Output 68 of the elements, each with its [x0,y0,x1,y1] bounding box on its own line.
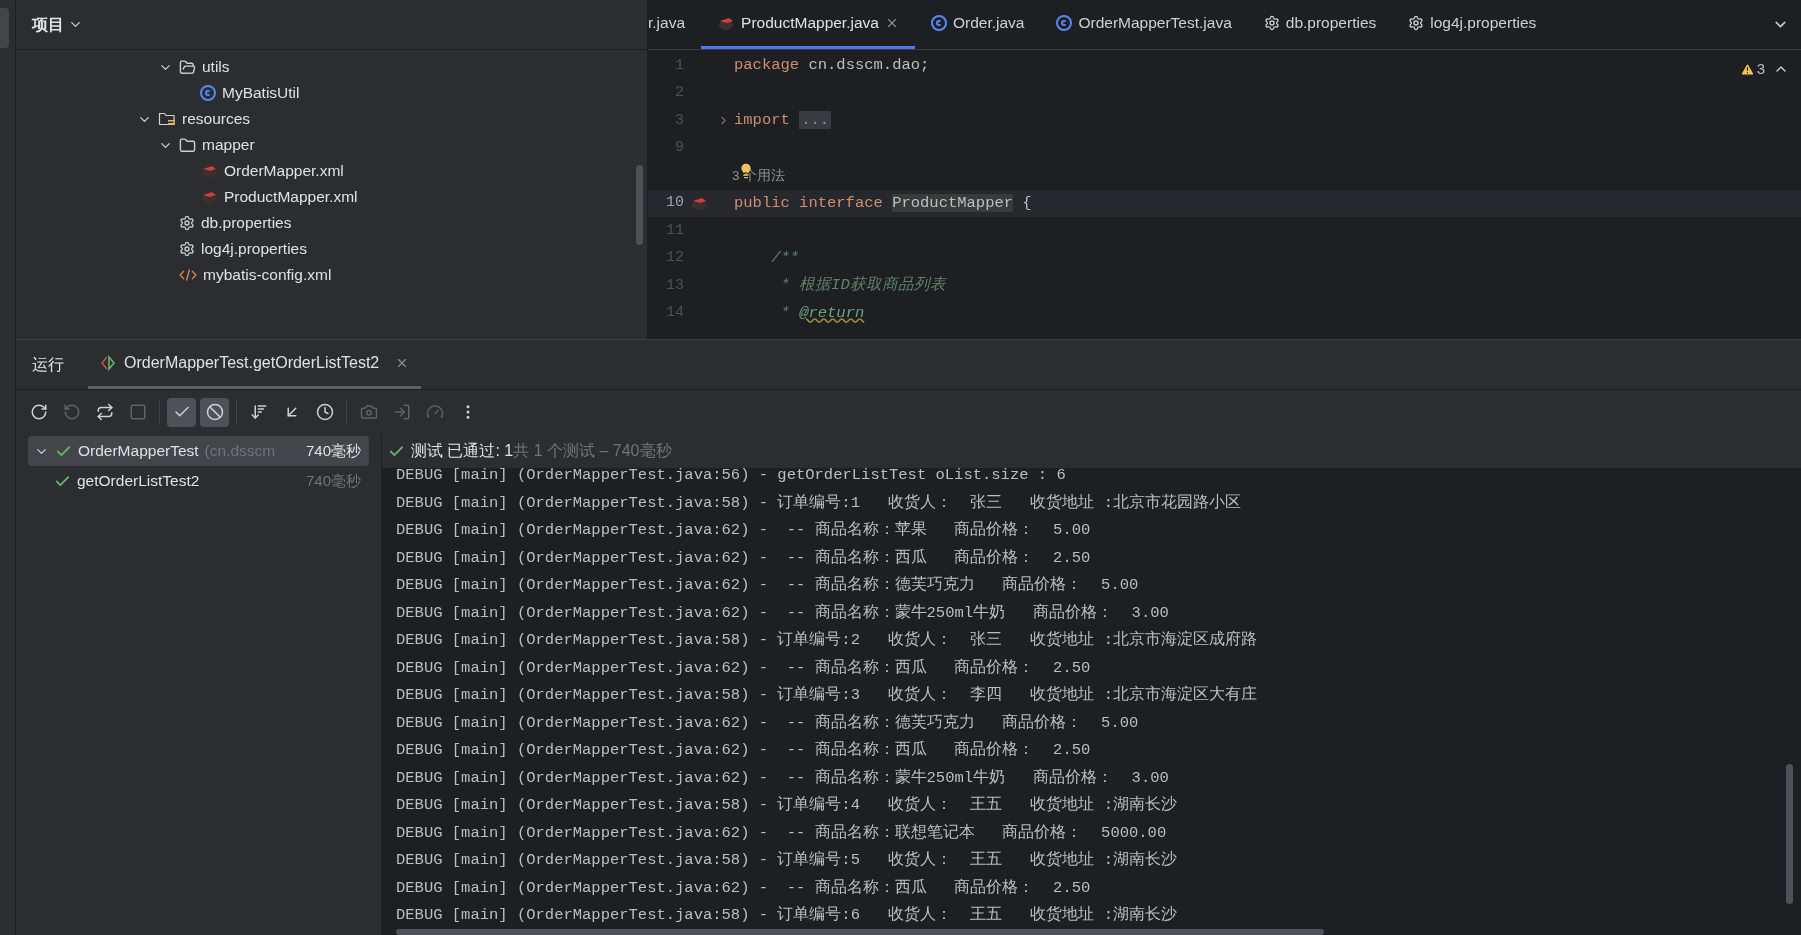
panel-title: 运行 [32,354,64,375]
tree-item[interactable]: mapper [202,133,255,157]
gear-icon [179,215,195,231]
code-line: * 根据ID获取商品列表 [779,275,946,297]
editor-tab[interactable]: ProductMapper.java [701,0,915,49]
resources-folder-icon [158,111,176,127]
console-line: DEBUG [main] (OrderMapperTest.java:56) - getOrderListTest oList.size : 6 [396,465,1067,486]
scrollbar[interactable] [636,165,643,245]
ban-icon[interactable] [200,397,229,427]
test-name: getOrderListTest2 [77,471,200,492]
test-row[interactable]: getOrderListTest2 740毫秒 [28,466,369,496]
test-time: 740毫秒 [305,440,361,461]
console-line: DEBUG [main] (OrderMapperTest.java:58) - 订单编号:1 收货人： 张三 收货地址 :北京市花园路小区 [396,492,1242,514]
class-icon [1056,15,1073,31]
console-line: DEBUG [main] (OrderMapperTest.java:62) - -- 商品名称：苹果 商品价格： 5.00 [396,519,1092,541]
tree-item[interactable]: resources [182,107,251,131]
class-icon [930,15,947,31]
code-line: import ... [733,110,832,132]
console-line: DEBUG [main] (OrderMapperTest.java:58) - 订单编号:3 收货人： 李四 收货地址 :北京市海淀区大有庄 [396,684,1258,706]
console-line: DEBUG [main] (OrderMapperTest.java:62) - -- 商品名称：西瓜 商品价格： 2.50 [396,547,1092,569]
console-line: DEBUG [main] (OrderMapperTest.java:62) - -- 商品名称：联想笔记本 商品价格： 5000.00 [396,822,1168,844]
gear-icon [179,241,195,257]
warning-icon[interactable] [1739,61,1755,77]
console-line: DEBUG [main] (OrderMapperTest.java:62) - -- 商品名称：德芙巧克力 商品价格： 5.00 [396,574,1140,596]
test-summary: 共 1 个测试 – 740毫秒 [513,441,672,461]
tree-item[interactable]: log4j.properties [201,237,307,261]
warning-count[interactable]: 3 [1756,58,1765,81]
editor-tab[interactable]: db.properties [1247,0,1393,49]
test-status: 测试 已通过: 1 [411,441,514,461]
package-folder-icon [179,58,196,76]
console-line: DEBUG [main] (OrderMapperTest.java:62) - -- 商品名称：西瓜 商品价格： 2.50 [396,877,1092,899]
code-line: package cn.dsscm.dao; [733,55,930,77]
test-time: 740毫秒 [305,470,361,491]
editor-tab[interactable]: log4j.properties [1392,0,1553,49]
code-line: /** [770,247,800,269]
editor-tab[interactable]: OrderMapperTest.java [1040,0,1248,49]
tree-item[interactable]: OrderMapper.xml [224,159,344,183]
console-line: DEBUG [main] (OrderMapperTest.java:58) - 订单编号:5 收货人： 王五 收货地址 :湖南长沙 [396,850,1178,871]
gear-icon [1408,15,1425,31]
console-line: DEBUG [main] (OrderMapperTest.java:58) - 订单编号:2 收货人： 张三 收货地址 :北京市海淀区成府路 [396,629,1258,651]
scrollbar[interactable] [1786,764,1793,904]
console-line: DEBUG [main] (OrderMapperTest.java:62) - -- 商品名称：蒙牛250ml牛奶 商品价格： 3.00 [396,602,1170,624]
class-icon [200,85,216,101]
tree-item[interactable]: mybatis-config.xml [203,263,332,287]
tree-item[interactable]: utils [202,55,230,79]
tree-item[interactable]: MyBatisUtil [222,81,300,105]
tree-item[interactable]: db.properties [201,211,292,235]
line-number: 10 [665,193,684,213]
console-line: DEBUG [main] (OrderMapperTest.java:58) - 订单编号:6 收货人： 王五 收货地址 :湖南长沙 [396,905,1178,926]
folder-icon [179,136,196,154]
console-line: DEBUG [main] (OrderMapperTest.java:62) - -- 商品名称：蒙牛250ml牛奶 商品价格： 3.00 [396,767,1170,789]
console-line: DEBUG [main] (OrderMapperTest.java:62) - -- 商品名称：西瓜 商品价格： 2.50 [396,657,1092,679]
test-icon [100,355,116,371]
code-line: * @return [779,302,865,324]
code-tag-icon [179,268,197,282]
console-line: DEBUG [main] (OrderMapperTest.java:58) - 订单编号:4 收货人： 王五 收货地址 :湖南长沙 [396,795,1178,816]
gear-icon [1263,15,1280,31]
panel-title[interactable]: 项目 [32,12,64,37]
test-name: OrderMapperTest [78,441,199,462]
editor-tab[interactable]: Order.java [914,0,1041,49]
scrollbar[interactable] [396,929,1324,935]
console-line: DEBUG [main] (OrderMapperTest.java:62) - -- 商品名称：西瓜 商品价格： 2.50 [396,739,1092,761]
run-tab[interactable]: OrderMapperTest.getOrderListTest2 [88,340,422,389]
editor-tab[interactable]: r.java [648,0,702,49]
tree-item[interactable]: ProductMapper.xml [224,185,358,209]
console-line: DEBUG [main] (OrderMapperTest.java:62) - -- 商品名称：德芙巧克力 商品价格： 5.00 [396,712,1140,734]
code-line: public interface ProductMapper { [733,192,1032,214]
check-icon[interactable] [167,397,196,427]
